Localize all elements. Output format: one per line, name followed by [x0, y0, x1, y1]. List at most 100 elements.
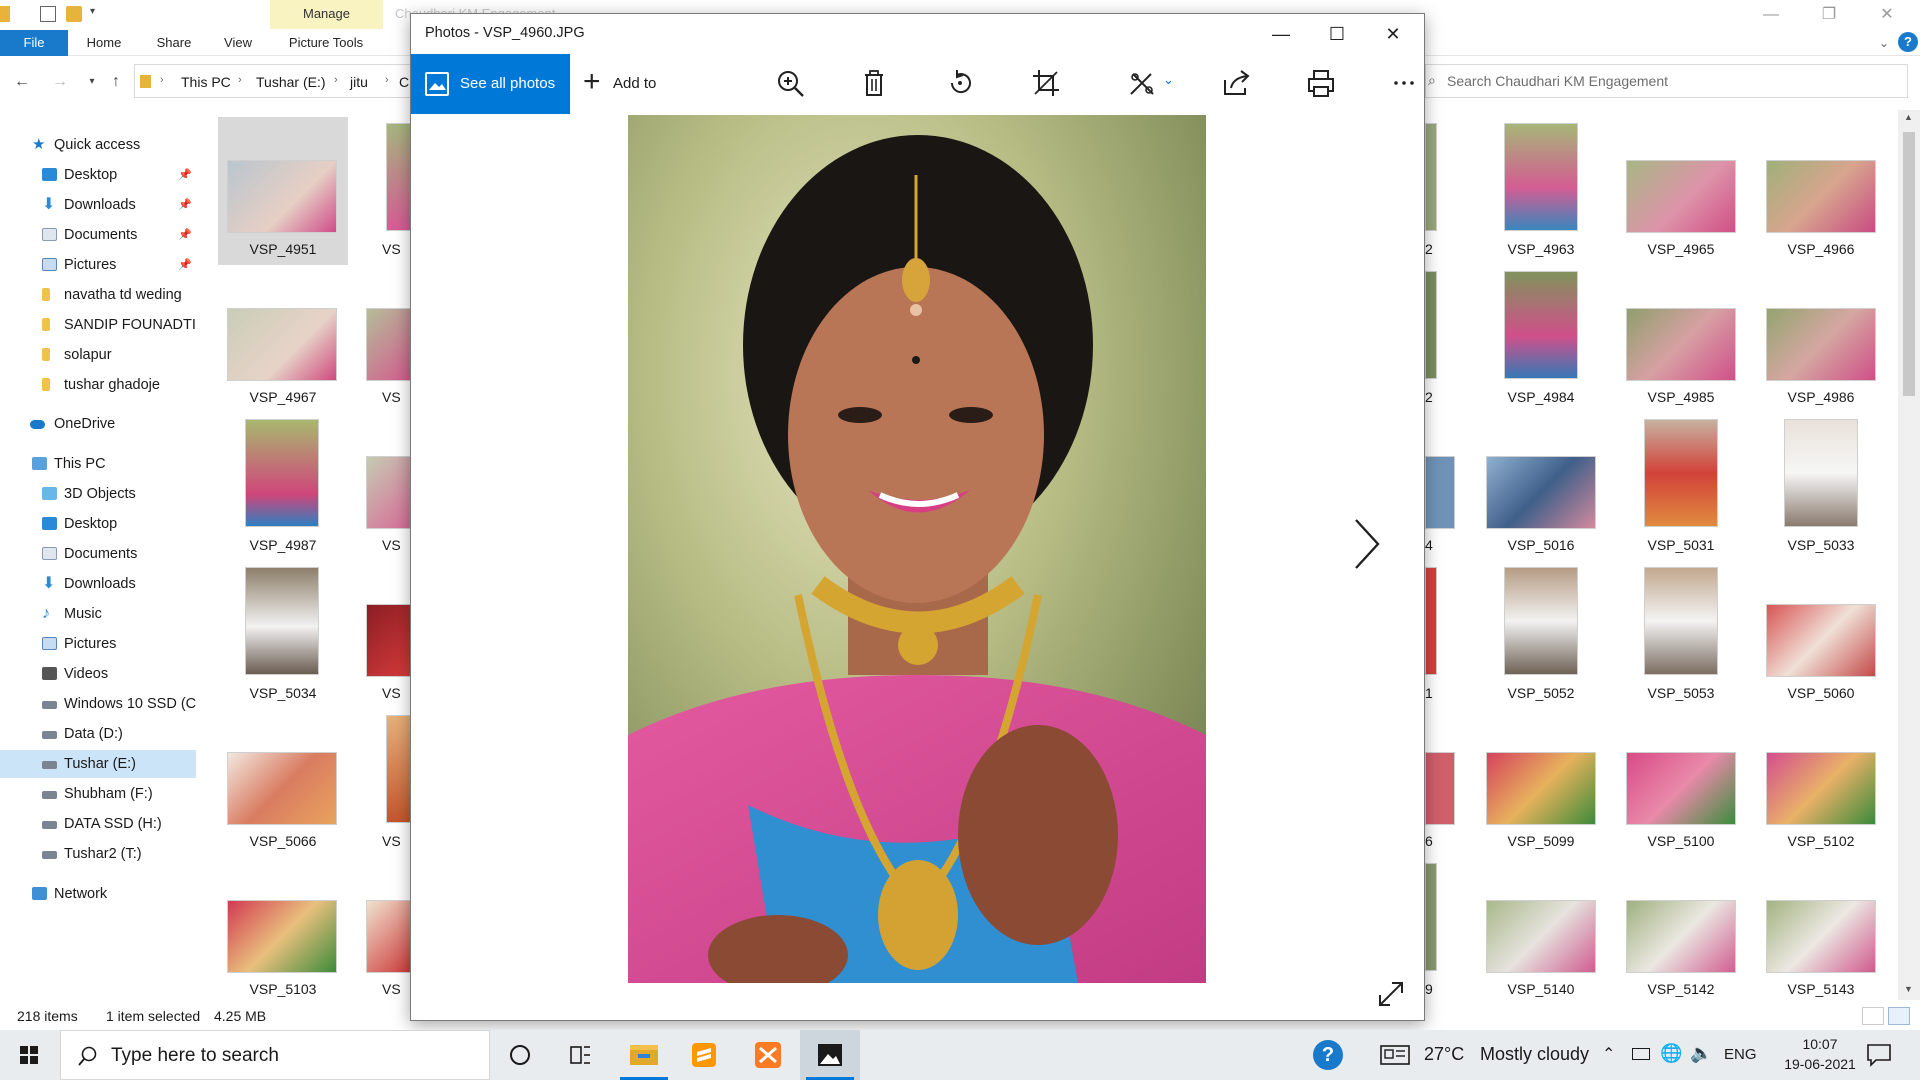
- share-icon[interactable]: [1219, 66, 1253, 100]
- file-tile[interactable]: VSP_5066: [218, 709, 348, 857]
- breadcrumb-jitu[interactable]: jitu: [350, 74, 368, 90]
- task-view-button[interactable]: [550, 1030, 610, 1080]
- file-tile[interactable]: 9: [1425, 857, 1455, 1005]
- file-tile[interactable]: VSP_5034: [218, 561, 348, 709]
- nav-quick-downloads[interactable]: ⬇ Downloads 📌: [0, 191, 196, 219]
- help-icon[interactable]: ?: [1898, 32, 1918, 52]
- pin-icon[interactable]: 📌: [178, 251, 192, 279]
- crop-icon[interactable]: [1029, 66, 1063, 100]
- breadcrumb-separator-icon[interactable]: ›: [385, 74, 389, 86]
- clock[interactable]: 10:07 19-06-2021: [1780, 1034, 1860, 1074]
- cortana-button[interactable]: [490, 1030, 550, 1080]
- file-tile[interactable]: VSP_5052: [1476, 561, 1606, 709]
- nav-quick-folder[interactable]: tushar ghadoje: [0, 371, 196, 399]
- tab-file[interactable]: File: [0, 30, 68, 56]
- photos-taskbar-button[interactable]: [800, 1030, 860, 1080]
- file-tile[interactable]: VSP_4965: [1616, 117, 1746, 265]
- close-icon[interactable]: ✕: [1858, 0, 1916, 30]
- file-explorer-taskbar-button[interactable]: [614, 1030, 674, 1080]
- file-tile[interactable]: VSP_5016: [1476, 413, 1606, 561]
- nav-drive-c[interactable]: Windows 10 SSD (C: [0, 690, 196, 718]
- nav-drive-d[interactable]: Data (D:): [0, 720, 196, 748]
- file-tile[interactable]: VSP_4967: [218, 265, 348, 413]
- back-arrow-icon[interactable]: ←: [12, 72, 32, 92]
- sublime-text-taskbar-button[interactable]: [674, 1030, 734, 1080]
- breadcrumb-this-pc[interactable]: This PC: [181, 74, 231, 90]
- file-tile[interactable]: 2: [1425, 117, 1455, 265]
- chevron-up-icon[interactable]: ⌃: [1602, 1044, 1615, 1064]
- file-tile[interactable]: VSP_5102: [1756, 709, 1886, 857]
- more-icon[interactable]: [1387, 66, 1421, 100]
- taskbar-search-box[interactable]: Type here to search: [60, 1030, 490, 1080]
- photo-viewer-image[interactable]: [628, 115, 1206, 983]
- file-tile[interactable]: VSP_4963: [1476, 117, 1606, 265]
- tab-share[interactable]: Share: [146, 30, 202, 56]
- new-folder-icon[interactable]: [66, 6, 82, 22]
- tab-picture-tools[interactable]: Picture Tools: [276, 30, 376, 56]
- file-tile[interactable]: VSP_5100: [1616, 709, 1746, 857]
- nav-quick-documents[interactable]: Documents 📌: [0, 221, 196, 249]
- fullscreen-icon[interactable]: [1376, 979, 1406, 1009]
- close-icon[interactable]: ✕: [1365, 14, 1421, 54]
- xampp-taskbar-button[interactable]: [738, 1030, 798, 1080]
- notifications-icon[interactable]: [1866, 1043, 1892, 1067]
- pin-icon[interactable]: 📌: [178, 191, 192, 219]
- nav-quick-folder[interactable]: navatha td weding: [0, 281, 196, 309]
- news-weather-icon[interactable]: [1380, 1044, 1410, 1066]
- nav-drive-f[interactable]: Shubham (F:): [0, 780, 196, 808]
- file-tile[interactable]: VSP_5103: [218, 857, 348, 1005]
- file-tile[interactable]: VSP_5053: [1616, 561, 1746, 709]
- next-photo-arrow-icon[interactable]: [1346, 514, 1386, 574]
- zoom-icon[interactable]: [773, 66, 807, 100]
- nav-quick-desktop[interactable]: Desktop 📌: [0, 161, 196, 189]
- up-arrow-icon[interactable]: ↑: [106, 72, 126, 92]
- input-language[interactable]: ENG: [1724, 1046, 1757, 1063]
- nav-drive-e[interactable]: Tushar (E:): [0, 750, 196, 778]
- recent-locations-icon[interactable]: ▾: [82, 72, 102, 92]
- file-tile[interactable]: VSP_5142: [1616, 857, 1746, 1005]
- nav-music[interactable]: ♪ Music: [0, 600, 196, 628]
- scroll-up-icon[interactable]: ▲: [1904, 112, 1913, 122]
- see-all-photos-button[interactable]: See all photos: [411, 54, 570, 114]
- pin-icon[interactable]: 📌: [178, 161, 192, 189]
- file-tile[interactable]: VSP_5060: [1756, 561, 1886, 709]
- pin-icon[interactable]: 📌: [178, 221, 192, 249]
- file-tile[interactable]: VS: [352, 709, 412, 857]
- nav-drive-t[interactable]: Tushar2 (T:): [0, 840, 196, 868]
- help-tray-icon[interactable]: ?: [1313, 1040, 1343, 1070]
- file-tile[interactable]: VS: [352, 857, 412, 1005]
- file-tile[interactable]: VSP_5033: [1756, 413, 1886, 561]
- tab-home[interactable]: Home: [76, 30, 132, 56]
- details-view-icon[interactable]: [1862, 1007, 1884, 1025]
- properties-icon[interactable]: [40, 6, 56, 22]
- volume-icon[interactable]: 🔈: [1690, 1043, 1712, 1064]
- nav-documents[interactable]: Documents: [0, 540, 196, 568]
- print-icon[interactable]: [1304, 66, 1338, 100]
- file-tile[interactable]: VSP_4984: [1476, 265, 1606, 413]
- nav-videos[interactable]: Videos: [0, 660, 196, 688]
- file-tile[interactable]: VSP_5099: [1476, 709, 1606, 857]
- weather-description[interactable]: Mostly cloudy: [1480, 1044, 1589, 1065]
- add-to-button[interactable]: + Add to: [583, 54, 683, 114]
- file-tile[interactable]: 4: [1425, 413, 1455, 561]
- file-tile[interactable]: VSP_4987: [218, 413, 348, 561]
- breadcrumb-separator-icon[interactable]: ›: [238, 74, 242, 86]
- file-tile[interactable]: VSP_4986: [1756, 265, 1886, 413]
- nav-downloads[interactable]: ⬇ Downloads: [0, 570, 196, 598]
- nav-quick-access[interactable]: ★ Quick access: [0, 131, 196, 159]
- nav-quick-pictures[interactable]: Pictures 📌: [0, 251, 196, 279]
- nav-quick-folder[interactable]: solapur: [0, 341, 196, 369]
- breadcrumb-separator-icon[interactable]: ›: [334, 74, 338, 86]
- nav-pictures[interactable]: Pictures: [0, 630, 196, 658]
- file-tile[interactable]: VSP_4966: [1756, 117, 1886, 265]
- file-tile[interactable]: 6: [1425, 709, 1455, 857]
- nav-this-pc[interactable]: This PC: [0, 450, 196, 478]
- delete-icon[interactable]: [857, 66, 891, 100]
- large-icons-view-icon[interactable]: [1888, 1007, 1910, 1025]
- customize-qat-icon[interactable]: ▾: [90, 6, 100, 22]
- expand-ribbon-icon[interactable]: ⌄: [1874, 30, 1894, 56]
- weather-temperature[interactable]: 27°C: [1424, 1044, 1464, 1065]
- file-tile[interactable]: VS: [352, 117, 412, 265]
- file-tile[interactable]: VSP_4951: [218, 117, 348, 265]
- breadcrumb-separator-icon[interactable]: ›: [160, 74, 164, 86]
